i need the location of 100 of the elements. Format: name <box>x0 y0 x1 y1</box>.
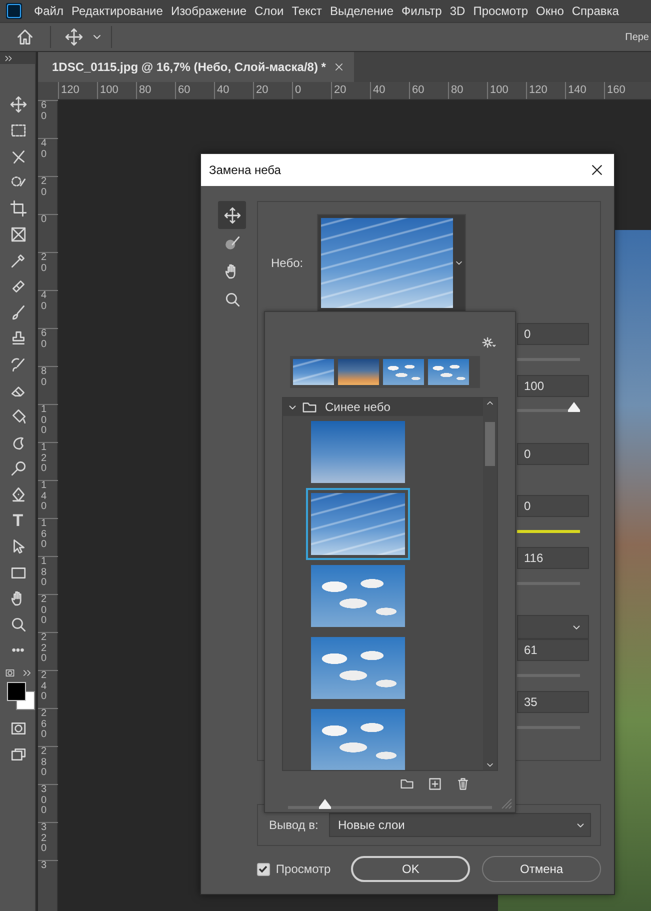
sky-thumbnail[interactable] <box>428 359 469 385</box>
slider-thumb[interactable] <box>318 799 331 809</box>
bandage-tool-icon[interactable] <box>10 278 26 294</box>
menu-item[interactable]: Фильтр <box>398 2 446 20</box>
ruler-label: 60 <box>409 82 448 99</box>
sky-thumbnail[interactable] <box>293 359 334 385</box>
scrollbar-thumb[interactable] <box>485 422 495 466</box>
sky-dropdown[interactable] <box>317 214 466 312</box>
delete-icon[interactable] <box>456 777 470 791</box>
ruler-label: 40 <box>41 139 48 160</box>
menu-item[interactable]: Редактирование <box>68 2 167 20</box>
ruler-label: 100 <box>97 82 136 99</box>
move-tool-icon[interactable] <box>65 28 83 46</box>
menu-item[interactable]: Файл <box>30 2 68 20</box>
ok-button[interactable]: OK <box>351 856 470 882</box>
sky-thumbnail[interactable] <box>383 359 424 385</box>
dialog-title: Замена неба <box>209 162 281 179</box>
screen-mode-tool-icon[interactable] <box>10 746 26 762</box>
settings-icon[interactable] <box>481 335 496 350</box>
cancel-button[interactable]: Отмена <box>482 856 601 882</box>
move-tool-button[interactable] <box>218 201 246 229</box>
ruler-label: 80 <box>41 367 48 388</box>
expand-icon[interactable] <box>4 54 13 62</box>
marquee-tool-icon[interactable] <box>10 122 26 138</box>
number-field[interactable]: 0 <box>517 495 589 517</box>
menu-item[interactable]: Просмотр <box>469 2 532 20</box>
brush-tool-icon[interactable] <box>10 304 26 320</box>
ruler-label: 320 <box>41 823 48 854</box>
sky-label: Небо: <box>271 255 304 272</box>
ruler-label: 200 <box>41 595 48 626</box>
bucket-tool-icon[interactable] <box>10 408 26 424</box>
number-field[interactable]: 116 <box>517 547 589 569</box>
ruler-label: 160 <box>41 519 48 550</box>
new-folder-icon[interactable] <box>400 777 414 791</box>
move-icon <box>224 206 240 224</box>
ruler-label: 120 <box>526 82 565 99</box>
ruler-label: 140 <box>565 82 604 99</box>
folder-row[interactable]: Синее небо <box>283 398 483 416</box>
frame-tool-icon[interactable] <box>10 226 26 242</box>
move-tool-icon[interactable] <box>10 96 26 112</box>
ruler-label: 120 <box>58 82 97 99</box>
ruler-label: 100 <box>41 405 48 436</box>
pen-tool-icon[interactable] <box>10 486 26 502</box>
ruler-label: 300 <box>41 785 48 816</box>
document-tab[interactable]: 1DSC_0115.jpg @ 16,7% (Небо, Слой-маска/8) * <box>38 52 354 82</box>
scrollbar[interactable] <box>483 398 497 770</box>
zoom-tool-icon[interactable] <box>10 616 26 632</box>
add-icon[interactable] <box>428 777 442 791</box>
ruler-label: 120 <box>41 443 48 474</box>
ruler-label: 60 <box>175 82 214 99</box>
menu-item[interactable]: Выделение <box>326 2 398 20</box>
crop-tool-icon[interactable] <box>10 200 26 216</box>
more-tools-button[interactable]: ••• <box>12 644 24 656</box>
preview-checkbox[interactable] <box>257 862 270 876</box>
ruler-label: 80 <box>136 82 175 99</box>
sky-thumbnail[interactable] <box>338 359 379 385</box>
menu-item[interactable]: Изображение <box>166 2 251 20</box>
home-icon[interactable] <box>16 28 34 46</box>
ruler-label: 140 <box>41 481 48 512</box>
ruler-label: 240 <box>41 671 48 702</box>
slider[interactable] <box>517 402 580 413</box>
number-field[interactable]: 100 <box>517 375 589 397</box>
zoom-icon <box>224 290 240 308</box>
output-label: Вывод в: <box>269 817 320 834</box>
menu-item[interactable]: Справка <box>568 2 623 20</box>
number-field[interactable]: 0 <box>517 323 589 345</box>
app-logo-icon <box>6 3 22 19</box>
preview-label: Просмотр <box>276 861 332 878</box>
ruler-label: 160 <box>604 82 643 99</box>
quick-mask-tool-icon[interactable] <box>10 720 26 736</box>
number-field[interactable]: 0 <box>517 443 589 465</box>
brush-icon <box>224 234 240 252</box>
ruler-label: 220 <box>41 633 48 664</box>
sky-thumbnail[interactable] <box>306 488 410 560</box>
stamp-tool-icon[interactable] <box>10 330 26 346</box>
output-dropdown[interactable]: Новые слои <box>329 813 591 837</box>
color-swatches-drawing[interactable] <box>7 682 35 710</box>
type-tool-button[interactable]: T <box>12 512 24 528</box>
menu-item[interactable]: 3D <box>446 2 470 20</box>
ruler-label: 60 <box>41 101 48 122</box>
ruler-label: 40 <box>370 82 409 99</box>
ruler-label: 260 <box>41 709 48 740</box>
menu-item[interactable]: Текст <box>288 2 326 20</box>
ruler-label: 100 <box>487 82 526 99</box>
close-icon[interactable] <box>590 163 604 177</box>
folder-icon <box>302 400 317 414</box>
slider-thumb[interactable] <box>568 402 580 412</box>
ruler-label: 180 <box>41 557 48 588</box>
menu-item[interactable]: Слои <box>250 2 288 20</box>
eyedropper-tool-icon[interactable] <box>10 252 26 268</box>
dodge-tool-icon[interactable] <box>10 460 26 476</box>
number-field[interactable]: 35 <box>517 691 589 713</box>
option-label: Пере <box>625 30 649 44</box>
ruler-label: 20 <box>41 253 48 274</box>
ruler-label: 20 <box>331 82 370 99</box>
menu-item[interactable]: Окно <box>532 2 568 20</box>
number-field[interactable]: 61 <box>517 639 589 661</box>
ruler-label: 60 <box>41 329 48 350</box>
ruler-label: 0 <box>41 215 48 226</box>
ruler-label: 40 <box>214 82 253 99</box>
